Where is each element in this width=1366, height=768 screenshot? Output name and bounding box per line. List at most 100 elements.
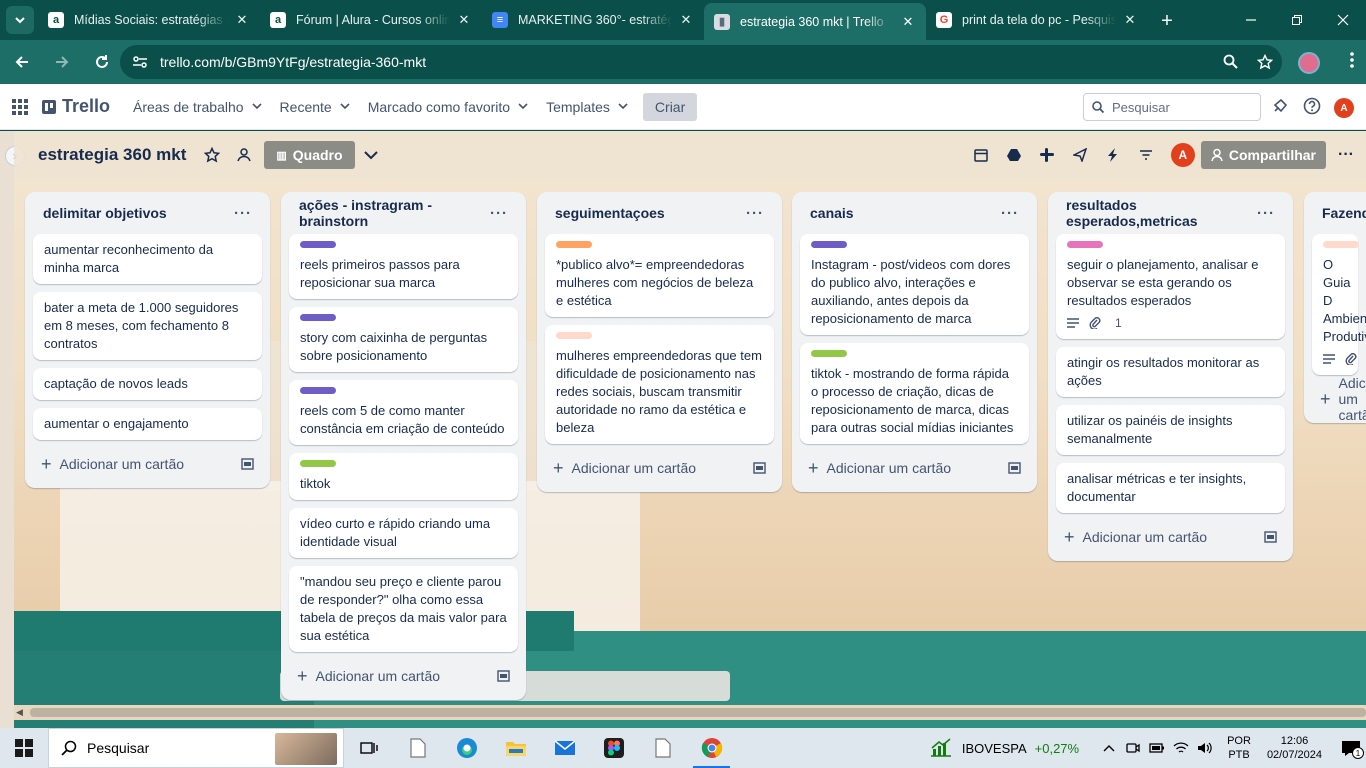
card-label[interactable] <box>1323 241 1359 248</box>
close-tab-icon[interactable]: ✕ <box>1122 12 1138 28</box>
windows-start-icon[interactable] <box>0 739 48 757</box>
reload-button[interactable] <box>84 44 120 80</box>
battery-icon[interactable] <box>1145 742 1169 754</box>
browser-tab[interactable]: a Fórum | Alura - Cursos online de ✕ <box>260 3 482 37</box>
add-card-button[interactable]: + Adicionar um cartão <box>1312 375 1366 423</box>
site-info-icon[interactable] <box>120 55 160 69</box>
add-card-button[interactable]: + Adicionar um cartão <box>545 452 774 484</box>
app-switcher-icon[interactable] <box>12 98 32 115</box>
scrollbar-thumb[interactable] <box>30 708 1366 717</box>
close-tab-icon[interactable]: ✕ <box>456 12 472 28</box>
chevron-up-icon[interactable] <box>1097 744 1121 752</box>
tab-search-button[interactable] <box>6 6 34 34</box>
list-header[interactable]: canais ··· <box>800 192 1029 234</box>
help-icon[interactable] <box>1303 97 1321 115</box>
card-template-icon[interactable] <box>753 462 766 474</box>
header-menu-item[interactable]: Recente <box>271 92 359 122</box>
card-label[interactable] <box>811 241 847 248</box>
notification-center-icon[interactable]: 1 <box>1336 739 1366 759</box>
add-card-button[interactable]: + Adicionar um cartão <box>289 660 518 692</box>
close-tab-icon[interactable]: ✕ <box>678 12 694 28</box>
clock[interactable]: 12:06 02/07/2024 <box>1267 734 1322 762</box>
list-header[interactable]: resultados esperados,metricas ··· <box>1056 192 1285 234</box>
board-horizontal-scrollbar[interactable]: ◀ <box>14 705 1366 720</box>
automation-icon[interactable] <box>1097 148 1130 162</box>
notifications-icon[interactable] <box>1271 97 1289 115</box>
header-menu-item[interactable]: Áreas de trabalho <box>124 92 271 122</box>
bookmark-star-icon[interactable] <box>1248 54 1282 70</box>
browser-tab[interactable]: a Mídias Sociais: estratégias para ✕ <box>38 3 260 37</box>
slack-icon[interactable] <box>1031 148 1064 162</box>
card[interactable]: reels com 5 de como manter constância em… <box>289 380 518 445</box>
card-label[interactable] <box>300 314 336 321</box>
share-button[interactable]: Compartilhar <box>1200 141 1326 169</box>
card-template-icon[interactable] <box>1008 462 1021 474</box>
chevron-down-icon[interactable] <box>355 150 387 160</box>
board-view-button[interactable]: ▥ Quadro <box>264 141 355 169</box>
card-label[interactable] <box>556 332 592 339</box>
meet-now-icon[interactable] <box>1121 741 1145 755</box>
header-menu-item[interactable]: Templates <box>537 92 637 122</box>
list-header[interactable]: Fazendo··· <box>1312 192 1366 234</box>
minimize-button[interactable] <box>1228 0 1274 40</box>
list-title[interactable]: seguimentaçoes <box>555 205 665 221</box>
card[interactable]: mulheres empreendedoras que tem dificuld… <box>545 325 774 444</box>
list-header[interactable]: ações - instragram - brainstorn ··· <box>289 192 518 234</box>
add-card-button[interactable]: + Adicionar um cartão <box>33 448 262 480</box>
profile-avatar[interactable] <box>1298 52 1320 74</box>
calendar-icon[interactable] <box>965 148 998 162</box>
back-button[interactable] <box>4 44 40 80</box>
board-member-avatar[interactable]: A <box>1170 143 1195 167</box>
card[interactable]: utilizar os painéis de insights semanalm… <box>1056 405 1285 455</box>
card[interactable]: aumentar o engajamento <box>33 408 262 440</box>
card[interactable]: "mandou seu preço e cliente parou de res… <box>289 566 518 652</box>
header-menu-item[interactable]: Marcado como favorito <box>359 92 537 122</box>
card[interactable]: *publico alvo*= empreendedoras mulheres … <box>545 234 774 317</box>
list-menu-icon[interactable]: ··· <box>1001 205 1019 222</box>
card-label[interactable] <box>1067 241 1103 248</box>
close-window-button[interactable] <box>1320 0 1366 40</box>
google-drive-icon[interactable] <box>998 148 1031 162</box>
card-label[interactable] <box>300 241 336 248</box>
card[interactable]: story com caixinha de perguntas sobre po… <box>289 307 518 372</box>
visibility-icon[interactable] <box>228 147 260 163</box>
account-avatar[interactable]: A <box>1334 98 1354 118</box>
browser-tab[interactable]: Gprint da tela do pc - Pesquisa ✕ <box>926 3 1148 37</box>
list-header[interactable]: seguimentaçoes ··· <box>545 192 774 234</box>
card[interactable]: aumentar reconhecimento da minha marca <box>33 234 262 284</box>
list-title[interactable]: Fazendo <box>1322 205 1366 221</box>
card[interactable]: reels primeiros passos para reposicionar… <box>289 234 518 299</box>
blank-file-icon[interactable] <box>638 728 687 768</box>
trello-logo[interactable]: Trello <box>42 96 110 117</box>
close-tab-icon[interactable]: ✕ <box>900 14 916 30</box>
list-title[interactable]: resultados esperados,metricas <box>1066 197 1257 229</box>
file-explorer-icon[interactable] <box>491 728 540 768</box>
taskbar-search-input[interactable]: Pesquisar <box>48 728 344 768</box>
edge-browser-icon[interactable] <box>442 728 491 768</box>
card-label[interactable] <box>300 387 336 394</box>
add-card-button[interactable]: + Adicionar um cartão <box>800 452 1029 484</box>
card-template-icon[interactable] <box>1264 531 1277 543</box>
card[interactable]: analisar métricas e ter insights, docume… <box>1056 463 1285 513</box>
board-title[interactable]: estrategia 360 mkt <box>38 145 186 165</box>
task-view-icon[interactable] <box>344 728 393 768</box>
card-label[interactable] <box>300 460 336 467</box>
wifi-icon[interactable] <box>1169 741 1193 755</box>
card[interactable]: tiktok <box>289 453 518 500</box>
forward-button[interactable] <box>44 44 80 80</box>
close-tab-icon[interactable]: ✕ <box>234 12 250 28</box>
browser-tab[interactable]: ▮ estrategia 360 mkt | Trello ✕ <box>704 3 926 40</box>
list-title[interactable]: delimitar objetivos <box>43 205 167 221</box>
volume-icon[interactable] <box>1193 741 1217 755</box>
card[interactable]: Instagram - post/videos com dores do pub… <box>800 234 1029 335</box>
scroll-left-arrow-icon[interactable]: ◀ <box>16 707 23 718</box>
list-menu-icon[interactable]: ··· <box>1257 205 1275 222</box>
card[interactable]: vídeo curto e rápido criando uma identid… <box>289 508 518 558</box>
list-title[interactable]: ações - instragram - brainstorn <box>299 197 490 229</box>
url-text[interactable]: trello.com/b/GBm9YtFg/estrategia-360-mkt <box>160 54 1214 70</box>
figma-icon[interactable] <box>589 728 638 768</box>
list-menu-icon[interactable]: ··· <box>746 205 764 222</box>
list-menu-icon[interactable]: ··· <box>234 205 252 222</box>
list-title[interactable]: canais <box>810 205 854 221</box>
card[interactable]: O Guia D Ambient Produtiv 2 <box>1312 234 1366 375</box>
